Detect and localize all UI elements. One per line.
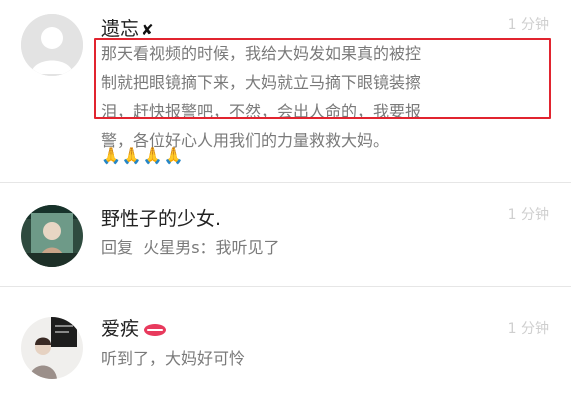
comment-time: 1 分钟 <box>507 321 549 337</box>
comment-text: 回复 火星男s：我听见了 <box>101 233 280 262</box>
user-avatar[interactable] <box>21 205 83 267</box>
highlight-box <box>94 38 551 119</box>
comment-time: 1 分钟 <box>507 17 549 33</box>
praying-hands-emoji: 🙏🙏🙏🙏 <box>101 146 185 165</box>
reply-text: ：我听见了 <box>199 238 280 257</box>
username-text: 遗忘 <box>101 18 140 40</box>
reply-prefix: 回复 <box>101 238 134 257</box>
comment-time: 1 分钟 <box>507 207 549 223</box>
default-avatar-icon[interactable] <box>21 14 83 76</box>
comment-text: 听到了，大妈好可怜 <box>101 349 246 368</box>
x-mark-icon: ✘ <box>141 21 154 39</box>
user-avatar[interactable] <box>21 317 83 379</box>
username-text: 爱疾 <box>101 318 140 340</box>
comment-username[interactable]: 野性子的少女. <box>101 204 221 231</box>
comment-list: 遗忘 ✘ 1 分钟 那天看视频的时候，我给大妈发如果真的被控 制就把眼镜摘下来，大… <box>0 0 571 403</box>
comment-item: 爱疾 1 分钟 听到了，大妈好可怜 <box>0 287 571 403</box>
comment-item: 遗忘 ✘ 1 分钟 那天看视频的时候，我给大妈发如果真的被控 制就把眼镜摘下来，大… <box>0 0 571 183</box>
reply-to-user[interactable]: 火星男s <box>143 238 199 257</box>
comment-item: 野性子的少女. 1 分钟 回复 火星男s：我听见了 <box>0 183 571 287</box>
lips-icon <box>144 323 167 336</box>
comment-username[interactable]: 爱疾 <box>101 314 167 341</box>
comment-username[interactable]: 遗忘 ✘ <box>101 14 154 41</box>
